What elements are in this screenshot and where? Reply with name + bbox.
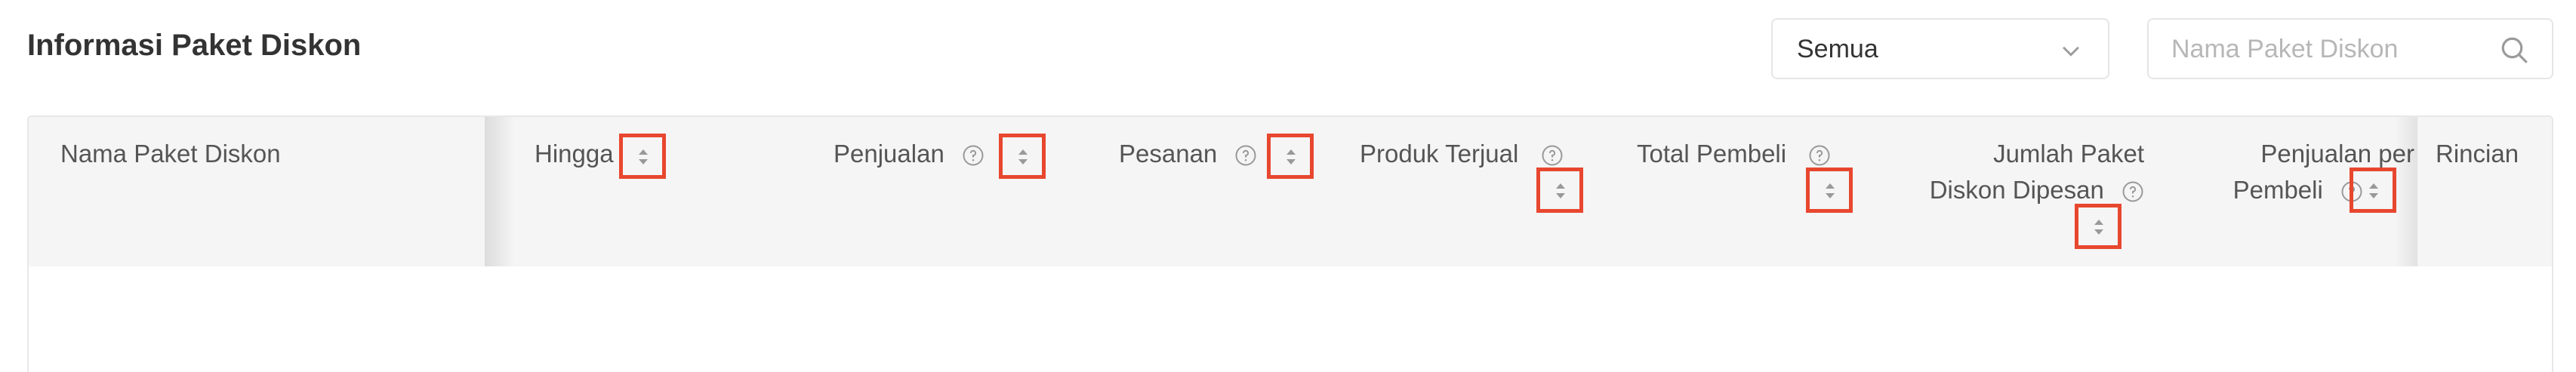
col-header-name: Nama Paket Diskon: [60, 140, 281, 168]
col-header-total-buyers: Total Pembeli: [1637, 136, 1831, 172]
search-icon[interactable]: [2499, 35, 2531, 66]
col-header-sales-per-buyer-line2: Pembeli: [2232, 176, 2323, 204]
col-header-sales: Penjualan: [834, 136, 984, 172]
sort-icon: [2094, 220, 2103, 235]
sort-icon: [639, 149, 648, 164]
col-header-sales-per-buyer-line1: Penjualan per: [2260, 140, 2414, 168]
sort-total-buyers-button[interactable]: [1806, 168, 1853, 213]
col-header-details: Rincian: [2436, 140, 2519, 168]
chevron-down-icon: [2063, 46, 2079, 57]
col-header-orders-label: Pesanan: [1119, 140, 1218, 168]
table-body: [29, 266, 2552, 372]
sort-icon: [1018, 149, 1028, 164]
col-header-packages-ordered-line2: Diskon Dipesan: [1929, 176, 2104, 204]
col-header-products-sold: Produk Terjual: [1360, 136, 1564, 172]
col-header-packages-ordered-line1: Jumlah Paket: [1993, 140, 2144, 168]
discount-package-table: Nama Paket Diskon Hingga Penjualan Pesan…: [27, 115, 2553, 372]
sort-products-sold-button[interactable]: [1536, 168, 1583, 213]
col-header-packages-ordered: Jumlah Paket Diskon Dipesan: [1871, 136, 2144, 208]
page-title: Informasi Paket Diskon: [27, 29, 362, 62]
help-icon[interactable]: [1808, 144, 1831, 167]
sort-icon: [1556, 183, 1565, 198]
sort-until-button[interactable]: [619, 134, 666, 179]
help-icon[interactable]: [1234, 144, 1257, 167]
sort-packages-ordered-button[interactable]: [2075, 204, 2122, 249]
status-select-value: Semua: [1797, 35, 1878, 63]
sort-icon: [1826, 183, 1835, 198]
search-box[interactable]: [2147, 18, 2553, 79]
col-header-products-sold-label: Produk Terjual: [1360, 140, 1519, 168]
help-icon[interactable]: [1541, 144, 1564, 167]
sort-icon: [1286, 149, 1296, 164]
search-input[interactable]: [2171, 33, 2473, 65]
sort-icon: [2369, 183, 2378, 198]
col-header-until: Hingga: [535, 140, 614, 168]
col-header-total-buyers-label: Total Pembeli: [1637, 140, 1787, 168]
col-header-orders: Pesanan: [1119, 136, 1257, 172]
sort-sales-per-buyer-button[interactable]: [2350, 168, 2396, 213]
status-select[interactable]: Semua: [1771, 18, 2109, 79]
help-icon[interactable]: [2122, 180, 2144, 203]
sort-orders-button[interactable]: [1267, 134, 1314, 179]
sort-sales-button[interactable]: [999, 134, 1046, 179]
col-header-sales-label: Penjualan: [834, 140, 944, 168]
help-icon[interactable]: [962, 144, 984, 167]
